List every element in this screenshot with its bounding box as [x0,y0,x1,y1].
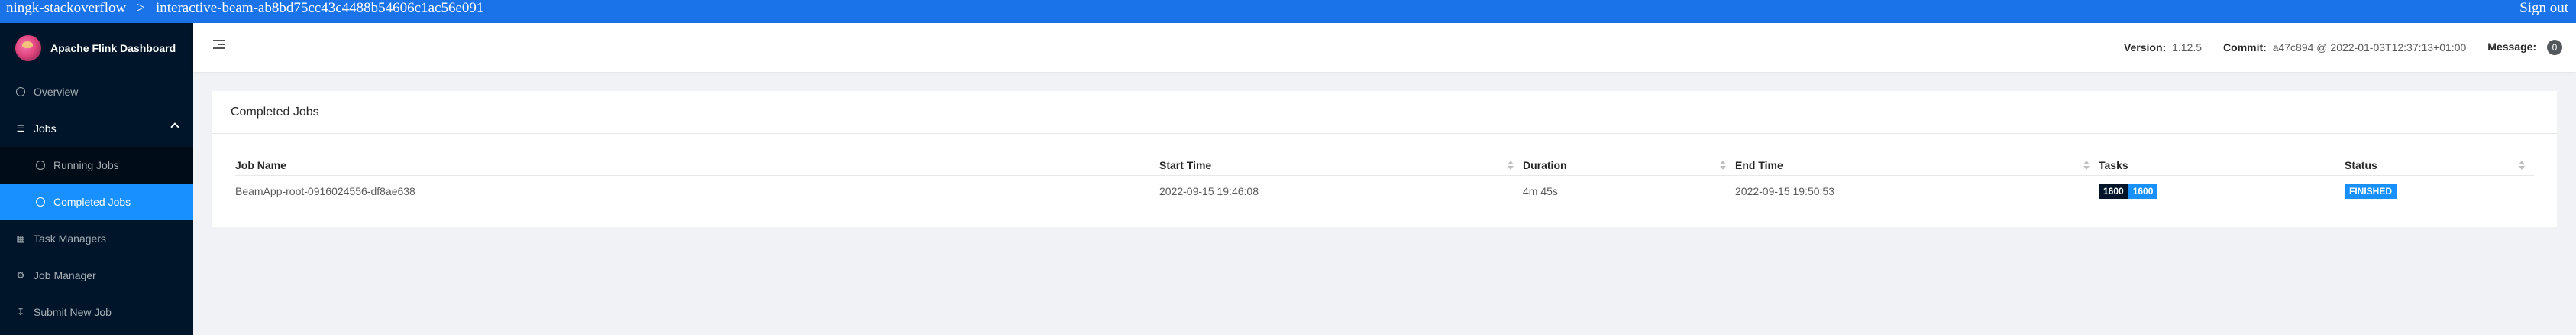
cell-duration: 4m 45s [1523,185,1558,197]
column-header-label: Start Time [1159,158,1212,171]
schedule-icon: ▦ [16,233,25,244]
breadcrumb-separator: > [137,0,145,16]
build-icon: ⚙ [16,270,25,281]
table-row[interactable]: BeamApp-root-0916024556-df8ae638 2022-09… [235,176,2534,207]
cell-tasks: 1600 1600 [2099,184,2345,199]
table-header: Job Name Start Time Duration End Time Ta… [235,154,2534,176]
jobs-table: Job Name Start Time Duration End Time Ta… [235,154,2534,207]
cell-start-time: 2022-09-15 19:46:08 [1159,185,1259,197]
proxy-bar: ningk-stackoverflow > interactive-beam-a… [0,0,2576,23]
column-header-label: End Time [1735,158,1783,171]
brand-title: Apache Flink Dashboard [50,42,176,54]
page-header: Version: 1.12.5 Commit: a47c894 @ 2022-0… [193,23,2576,72]
version-label: Version: [2123,41,2167,54]
column-header-tasks: Tasks [2099,158,2128,171]
sidebar-item-label: Task Managers [34,233,106,245]
column-header-start-time[interactable]: Start Time [1159,159,1523,171]
sidebar-item-label: Overview [34,86,79,98]
sidebar-nav: Overview ☰ Jobs Running Jobs Completed J… [0,73,193,330]
sort-icon[interactable] [2519,160,2525,170]
column-header-end-time[interactable]: End Time [1735,159,2099,171]
message-label: Message: [2487,41,2537,53]
sort-icon[interactable] [1720,160,1726,170]
commit-value: a47c894 @ 2022-01-03T12:37:13+01:00 [2272,41,2467,54]
completed-jobs-card: Completed Jobs Job Name Start Time Durat… [212,91,2557,227]
column-header-duration[interactable]: Duration [1523,159,1735,171]
sidebar-item-label: Submit New Job [34,306,112,318]
sidebar-item-label: Running Jobs [53,159,119,171]
message-info[interactable]: Message: 0 [2487,40,2562,55]
flink-squirrel-logo [15,35,41,61]
sidebar-item-label: Jobs [34,122,57,135]
sidebar-item-running-jobs[interactable]: Running Jobs [0,147,193,184]
column-header-status[interactable]: Status [2345,159,2534,171]
sidebar-item-submit-new-job[interactable]: ↧ Submit New Job [0,294,193,330]
cell-job-name: BeamApp-root-0916024556-df8ae638 [235,185,415,197]
breadcrumb: ningk-stackoverflow > interactive-beam-a… [6,0,483,17]
menu-fold-icon[interactable] [213,40,225,50]
tasks-total: 1600 [2099,184,2128,199]
tasks-badge: 1600 1600 [2099,184,2158,199]
tasks-finished: 1600 [2128,184,2158,199]
check-circle-icon [35,197,46,207]
sidebar: Apache Flink Dashboard Overview ☰ Jobs R… [0,23,193,335]
header-meta: Version: 1.12.5 Commit: a47c894 @ 2022-0… [2124,23,2562,72]
version-value: 1.12.5 [2172,41,2203,54]
sidebar-item-task-managers[interactable]: ▦ Task Managers [0,220,193,257]
commit-label: Commit: [2223,41,2267,54]
brand[interactable]: Apache Flink Dashboard [0,23,193,73]
upload-icon: ↧ [16,307,25,317]
status-badge: FINISHED [2345,184,2397,199]
cell-status: FINISHED [2345,184,2534,199]
column-header-label: Duration [1523,158,1567,171]
sidebar-item-label: Completed Jobs [53,196,131,208]
dashboard-icon [15,86,26,97]
sort-icon[interactable] [1508,160,1514,170]
message-count-badge: 0 [2547,40,2562,55]
sign-out-link[interactable]: Sign out [2519,0,2568,17]
column-header-job-name: Job Name [235,158,286,171]
sort-icon[interactable] [2083,160,2090,170]
column-header-label: Status [2345,158,2377,171]
play-circle-icon [35,160,46,171]
sidebar-item-overview[interactable]: Overview [0,73,193,110]
card-title: Completed Jobs [212,91,2557,134]
sidebar-item-completed-jobs[interactable]: Completed Jobs [0,184,193,220]
sidebar-item-job-manager[interactable]: ⚙ Job Manager [0,257,193,294]
breadcrumb-project[interactable]: ningk-stackoverflow [6,0,126,17]
version-info: Version: 1.12.5 [2124,41,2202,54]
chevron-up-icon [170,122,179,132]
cell-end-time: 2022-09-15 19:50:53 [1735,185,1834,197]
sidebar-item-label: Job Manager [34,269,96,281]
commit-info: Commit: a47c894 @ 2022-01-03T12:37:13+01… [2223,41,2466,54]
sidebar-item-jobs[interactable]: ☰ Jobs [0,110,193,147]
bars-icon: ☰ [16,123,25,134]
breadcrumb-cluster[interactable]: interactive-beam-ab8bd75cc43c4488b54606c… [156,0,483,17]
